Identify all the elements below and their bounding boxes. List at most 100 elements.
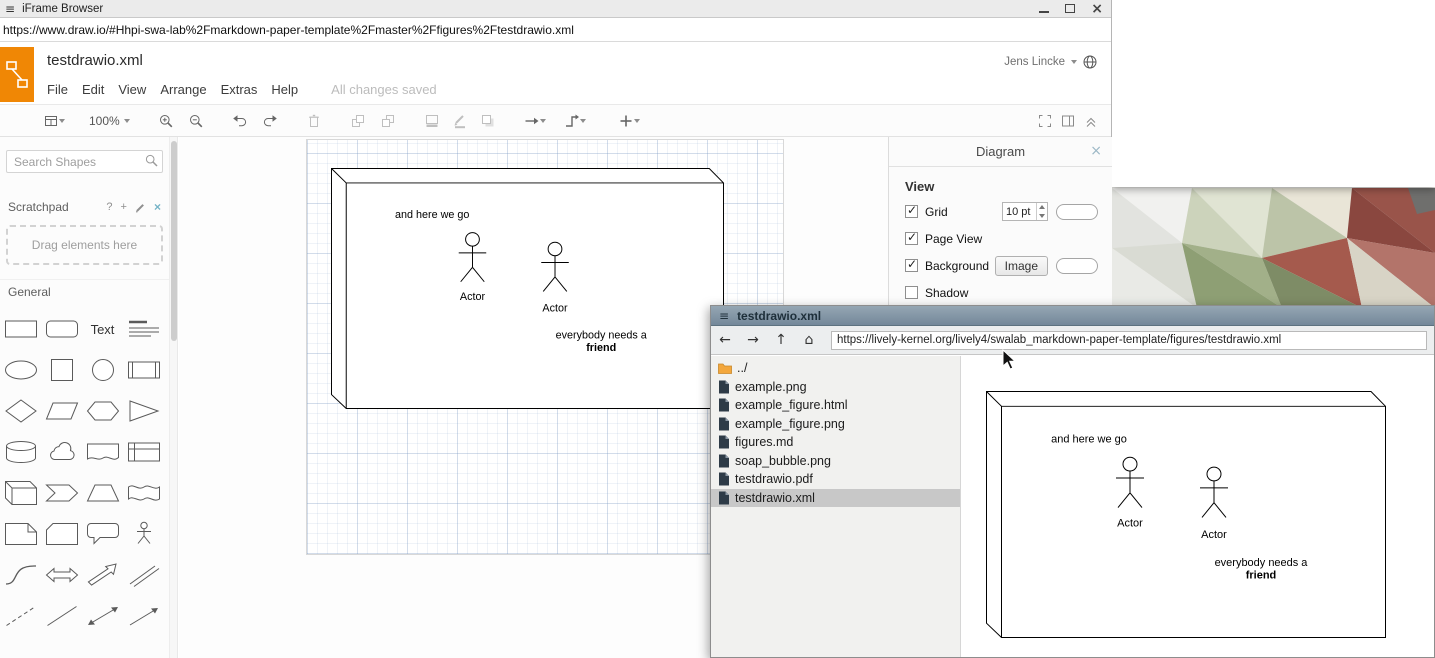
shape-circle[interactable] <box>82 354 123 386</box>
shape-actor[interactable] <box>123 518 164 550</box>
list-item[interactable]: figures.md <box>711 433 960 452</box>
list-item[interactable]: example.png <box>711 378 960 397</box>
to-front-button[interactable] <box>347 108 369 134</box>
page-view-dropdown[interactable] <box>40 108 68 134</box>
shape-curve[interactable] <box>0 559 41 591</box>
list-item-parent-dir[interactable]: ../ <box>711 359 960 378</box>
menu-edit[interactable]: Edit <box>75 79 111 100</box>
scratchpad-close-icon[interactable]: × <box>154 200 161 214</box>
cube-shape[interactable] <box>331 168 723 408</box>
shadow-button[interactable] <box>477 108 499 134</box>
shape-diamond[interactable] <box>0 395 41 427</box>
shape-trapezoid[interactable] <box>82 477 123 509</box>
shape-directional-connector[interactable] <box>123 600 164 632</box>
scrollbar-thumb[interactable] <box>171 141 177 341</box>
format-panel-icon[interactable] <box>1060 113 1076 129</box>
list-item[interactable]: example_figure.html <box>711 396 960 415</box>
zoom-out-button[interactable] <box>185 108 207 134</box>
hamburger-icon[interactable]: ≡ <box>719 309 729 323</box>
fullscreen-icon[interactable] <box>1037 113 1053 129</box>
shape-card[interactable] <box>41 518 82 550</box>
grid-size-input[interactable]: 10 pt <box>1002 202 1048 221</box>
menu-help[interactable]: Help <box>264 79 305 100</box>
grid-color-swatch[interactable] <box>1056 204 1098 220</box>
globe-icon[interactable] <box>1083 55 1097 69</box>
image-button[interactable]: Image <box>995 256 1048 276</box>
shape-square[interactable] <box>41 354 82 386</box>
background-color-swatch[interactable] <box>1056 258 1098 274</box>
lively-titlebar[interactable]: ≡ testdrawio.xml <box>711 306 1434 326</box>
shape-callout[interactable] <box>82 518 123 550</box>
list-item[interactable]: testdrawio.pdf <box>711 470 960 489</box>
to-back-button[interactable] <box>377 108 399 134</box>
shape-triangle[interactable] <box>123 395 164 427</box>
undo-button[interactable] <box>229 108 251 134</box>
caption-line-2[interactable]: friend <box>586 342 616 354</box>
list-item-selected[interactable]: testdrawio.xml <box>711 489 960 508</box>
shape-cube[interactable] <box>0 477 41 509</box>
shape-bidirectional-arrow[interactable] <box>41 559 82 591</box>
shadow-checkbox[interactable] <box>905 286 918 299</box>
shape-heading[interactable] <box>123 313 164 345</box>
menu-arrange[interactable]: Arrange <box>153 79 213 100</box>
waypoints-dropdown[interactable] <box>561 108 589 134</box>
shape-process[interactable] <box>123 354 164 386</box>
shape-ellipse[interactable] <box>0 354 41 386</box>
shape-internal-storage[interactable] <box>123 436 164 468</box>
background-checkbox[interactable] <box>905 259 918 272</box>
user-menu[interactable]: Jens Lincke <box>1004 55 1097 69</box>
shape-link[interactable] <box>123 559 164 591</box>
back-icon[interactable]: ← <box>711 332 739 348</box>
shape-line[interactable] <box>41 600 82 632</box>
page-view-checkbox[interactable] <box>905 232 918 245</box>
insert-dropdown[interactable] <box>615 108 643 134</box>
actor-1-label[interactable]: Actor <box>460 291 486 303</box>
section-general[interactable]: General <box>0 279 169 303</box>
shape-rectangle[interactable] <box>0 313 41 345</box>
stepper-down[interactable] <box>1037 212 1047 221</box>
edit-pencil-icon[interactable] <box>135 202 146 213</box>
redo-button[interactable] <box>259 108 281 134</box>
close-button[interactable]: × <box>1091 3 1103 15</box>
list-item[interactable]: example_figure.png <box>711 415 960 434</box>
up-icon[interactable]: ↑ <box>767 332 795 348</box>
tab-diagram[interactable]: Diagram <box>976 144 1025 159</box>
note-text[interactable]: and here we go <box>395 209 469 221</box>
list-item[interactable]: soap_bubble.png <box>711 452 960 471</box>
drawio-diagram[interactable]: and here we go Actor Actor everybody nee… <box>331 168 724 409</box>
zoom-dropdown[interactable]: 100% <box>86 108 133 134</box>
collapse-expand-icon[interactable] <box>1083 113 1099 129</box>
grid-size-stepper[interactable] <box>1036 203 1047 220</box>
zoom-in-button[interactable] <box>155 108 177 134</box>
shape-tape[interactable] <box>123 477 164 509</box>
menu-file[interactable]: File <box>40 79 75 100</box>
shape-step[interactable] <box>41 477 82 509</box>
grid-checkbox[interactable] <box>905 205 918 218</box>
delete-button[interactable] <box>303 108 325 134</box>
line-color-button[interactable] <box>449 108 471 134</box>
shape-text[interactable]: Text <box>82 313 123 345</box>
scratchpad-dropzone[interactable]: Drag elements here <box>6 225 163 265</box>
minimize-button[interactable] <box>1039 4 1049 13</box>
menu-extras[interactable]: Extras <box>214 79 265 100</box>
format-close-icon[interactable]: × <box>1090 143 1102 159</box>
forward-icon[interactable]: → <box>739 332 767 348</box>
fill-color-button[interactable] <box>421 108 443 134</box>
shape-dashed-line[interactable] <box>0 600 41 632</box>
shape-parallelogram[interactable] <box>41 395 82 427</box>
stepper-up[interactable] <box>1037 203 1047 212</box>
shape-hexagon[interactable] <box>82 395 123 427</box>
shape-cloud[interactable] <box>41 436 82 468</box>
search-icon[interactable] <box>145 154 158 172</box>
shape-cylinder[interactable] <box>0 436 41 468</box>
window-titlebar[interactable]: ≡ iFrame Browser × <box>0 0 1111 18</box>
home-icon[interactable]: ⌂ <box>795 332 823 348</box>
sidebar-scrollbar[interactable] <box>170 137 178 658</box>
caption-line-1[interactable]: everybody needs a <box>556 330 647 342</box>
maximize-button[interactable] <box>1065 4 1075 13</box>
lively-url-input[interactable] <box>831 331 1427 350</box>
shape-note[interactable] <box>0 518 41 550</box>
connection-dropdown[interactable] <box>521 108 549 134</box>
help-icon[interactable]: ? <box>106 201 112 213</box>
shape-bidirectional-connector[interactable] <box>82 600 123 632</box>
